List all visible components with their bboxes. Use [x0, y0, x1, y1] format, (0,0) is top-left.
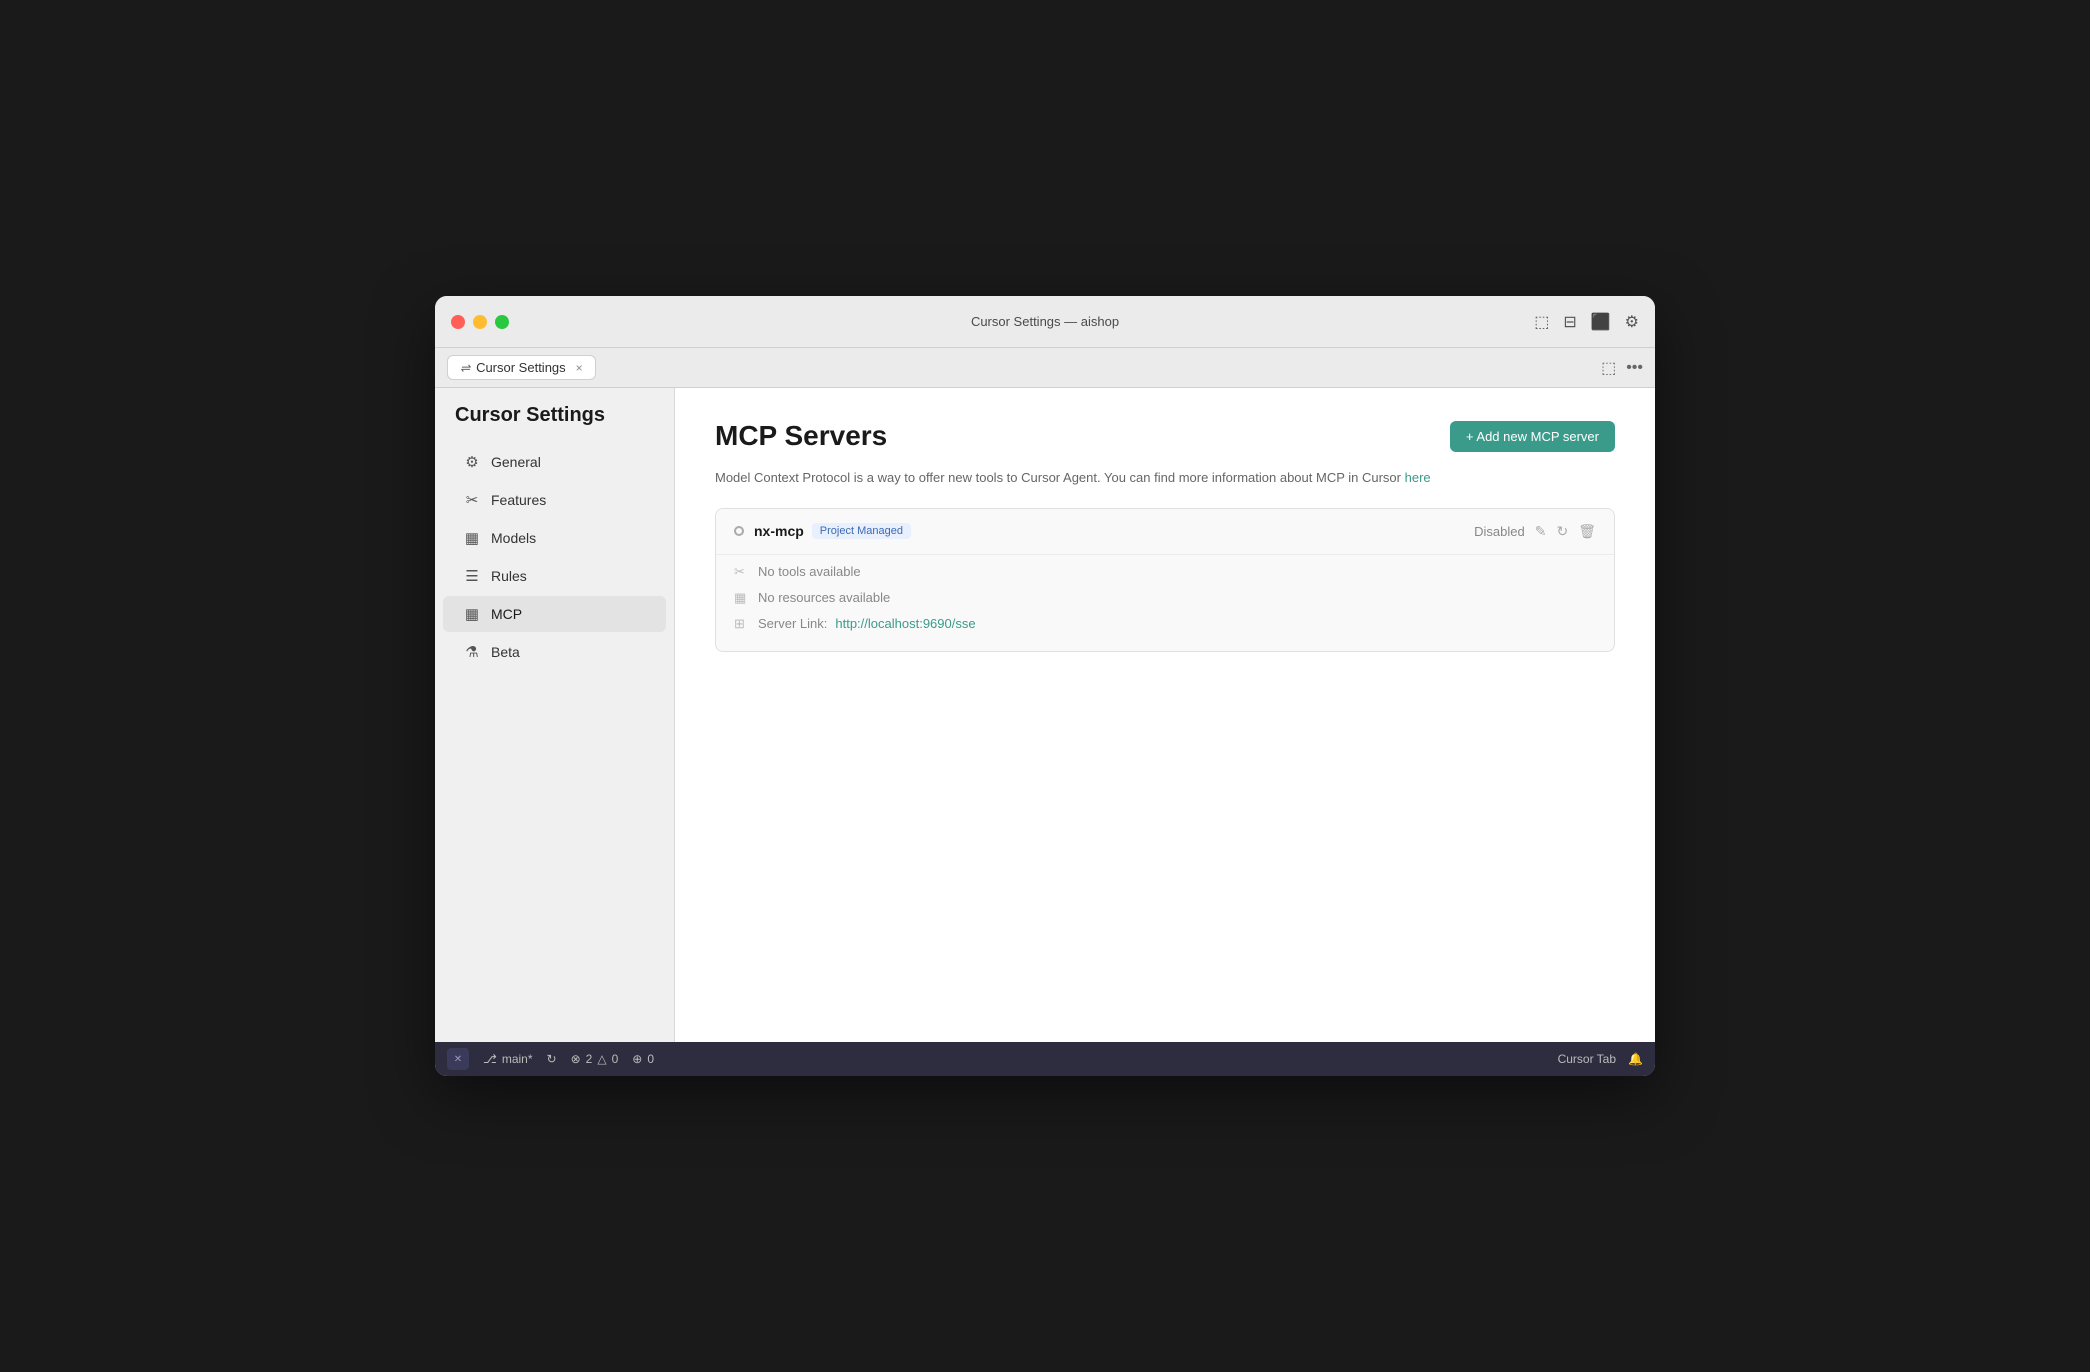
- tab-icon: ⇌: [460, 361, 470, 375]
- tools-label: No tools available: [758, 564, 861, 579]
- refresh-icon[interactable]: ↻: [1556, 523, 1568, 540]
- sidebar-item-label: MCP: [491, 606, 522, 622]
- server-name: nx-mcp: [754, 523, 804, 539]
- server-controls: Disabled ✎ ↻ 🗑: [1474, 523, 1596, 540]
- resources-row: ▦ No resources available: [734, 585, 1596, 611]
- window-title: Cursor Settings — aishop: [971, 314, 1119, 329]
- app-window: Cursor Settings — aishop ⬚ ⊟ ⬛ ⚙ ⇌ Curso…: [435, 296, 1655, 1076]
- description-link[interactable]: here: [1405, 470, 1431, 485]
- beta-icon: ⚗: [463, 643, 481, 661]
- ai-item[interactable]: ⊕ 0: [632, 1052, 654, 1066]
- ai-count: 0: [647, 1052, 654, 1066]
- traffic-lights: [451, 315, 509, 329]
- description-text: Model Context Protocol is a way to offer…: [715, 468, 1615, 488]
- tools-row: ✂ No tools available: [734, 559, 1596, 585]
- branch-icon: ⎇: [483, 1052, 497, 1066]
- sidebar-item-rules[interactable]: ☰ Rules: [443, 558, 666, 594]
- resources-icon: ▦: [734, 590, 750, 606]
- sidebar-item-general[interactable]: ⚙ General: [443, 444, 666, 480]
- tools-icon: ✂: [734, 564, 750, 580]
- sidebar-item-label: Features: [491, 492, 546, 508]
- server-link-label: Server Link:: [758, 616, 827, 631]
- close-button[interactable]: [451, 315, 465, 329]
- maximize-button[interactable]: [495, 315, 509, 329]
- branch-item[interactable]: ⎇ main*: [483, 1052, 533, 1066]
- disabled-label: Disabled: [1474, 524, 1525, 539]
- mcp-icon: ▦: [463, 605, 481, 623]
- ai-icon: ⊕: [632, 1052, 642, 1066]
- sidebar-item-label: Beta: [491, 644, 520, 660]
- delete-icon[interactable]: 🗑: [1578, 523, 1596, 540]
- edit-icon[interactable]: ✎: [1535, 523, 1547, 540]
- rules-icon: ☰: [463, 567, 481, 585]
- server-link-url[interactable]: http://localhost:9690/sse: [835, 616, 975, 631]
- split-editor-icon[interactable]: ⬚: [1601, 358, 1616, 378]
- branch-name: main*: [502, 1052, 533, 1066]
- cursor-logo: ✕: [454, 1054, 462, 1065]
- tabbar: ⇌ Cursor Settings × ⬚ •••: [435, 348, 1655, 388]
- cursor-tab-label: Cursor Tab: [1558, 1052, 1616, 1066]
- sync-item[interactable]: ↻: [547, 1052, 557, 1066]
- warning-icon: △: [597, 1052, 606, 1066]
- statusbar-right: Cursor Tab 🔔: [1558, 1052, 1643, 1066]
- sidebar-item-features[interactable]: ✂ Features: [443, 482, 666, 518]
- sidebar-item-mcp[interactable]: ▦ MCP: [443, 596, 666, 632]
- server-header: nx-mcp Project Managed Disabled ✎ ↻ 🗑: [716, 509, 1614, 554]
- sidebar-item-label: Rules: [491, 568, 527, 584]
- errors-item[interactable]: ⊗ 2 △ 0: [571, 1052, 619, 1066]
- sync-icon: ↻: [547, 1052, 557, 1066]
- tab-close-button[interactable]: ×: [576, 361, 583, 375]
- server-status-dot: [734, 526, 744, 536]
- layout2-icon[interactable]: ⊟: [1563, 312, 1576, 332]
- statusbar: ✕ ⎇ main* ↻ ⊗ 2 △ 0 ⊕ 0 Cursor Tab 🔔: [435, 1042, 1655, 1076]
- sidebar: Cursor Settings ⚙ General ✂ Features ▦ M…: [435, 388, 675, 1042]
- error-count: 2: [586, 1052, 593, 1066]
- notification-bell-icon[interactable]: 🔔: [1628, 1052, 1643, 1066]
- tab-label: Cursor Settings: [476, 360, 566, 375]
- tabbar-right: ⬚ •••: [1601, 358, 1643, 378]
- add-mcp-server-button[interactable]: + Add new MCP server: [1450, 421, 1615, 452]
- features-icon: ✂: [463, 491, 481, 509]
- server-link-row: ⊞ Server Link: http://localhost:9690/sse: [734, 611, 1596, 637]
- content-area: MCP Servers + Add new MCP server Model C…: [675, 388, 1655, 1042]
- gear-icon[interactable]: ⚙: [1625, 312, 1639, 332]
- layout3-icon[interactable]: ⬛: [1591, 312, 1611, 332]
- link-icon: ⊞: [734, 616, 750, 632]
- sidebar-item-beta[interactable]: ⚗ Beta: [443, 634, 666, 670]
- server-body: ✂ No tools available ▦ No resources avai…: [716, 554, 1614, 651]
- sidebar-item-label: Models: [491, 530, 536, 546]
- more-icon[interactable]: •••: [1626, 359, 1643, 377]
- error-icon: ⊗: [571, 1052, 581, 1066]
- description-body: Model Context Protocol is a way to offer…: [715, 470, 1401, 485]
- sidebar-item-models[interactable]: ▦ Models: [443, 520, 666, 556]
- resources-label: No resources available: [758, 590, 890, 605]
- sidebar-title: Cursor Settings: [435, 404, 674, 443]
- warning-count: 0: [612, 1052, 619, 1066]
- titlebar: Cursor Settings — aishop ⬚ ⊟ ⬛ ⚙: [435, 296, 1655, 348]
- main-layout: Cursor Settings ⚙ General ✂ Features ▦ M…: [435, 388, 1655, 1042]
- minimize-button[interactable]: [473, 315, 487, 329]
- sidebar-item-label: General: [491, 454, 541, 470]
- cursor-settings-tab[interactable]: ⇌ Cursor Settings ×: [447, 355, 596, 380]
- server-badge: Project Managed: [812, 523, 911, 539]
- general-icon: ⚙: [463, 453, 481, 471]
- models-icon: ▦: [463, 529, 481, 547]
- content-header: MCP Servers + Add new MCP server: [715, 420, 1615, 452]
- titlebar-controls: ⬚ ⊟ ⬛ ⚙: [1534, 312, 1639, 332]
- page-title: MCP Servers: [715, 420, 887, 452]
- server-card: nx-mcp Project Managed Disabled ✎ ↻ 🗑 ✂ …: [715, 508, 1615, 652]
- layout1-icon[interactable]: ⬚: [1534, 312, 1549, 332]
- cursor-icon[interactable]: ✕: [447, 1048, 469, 1070]
